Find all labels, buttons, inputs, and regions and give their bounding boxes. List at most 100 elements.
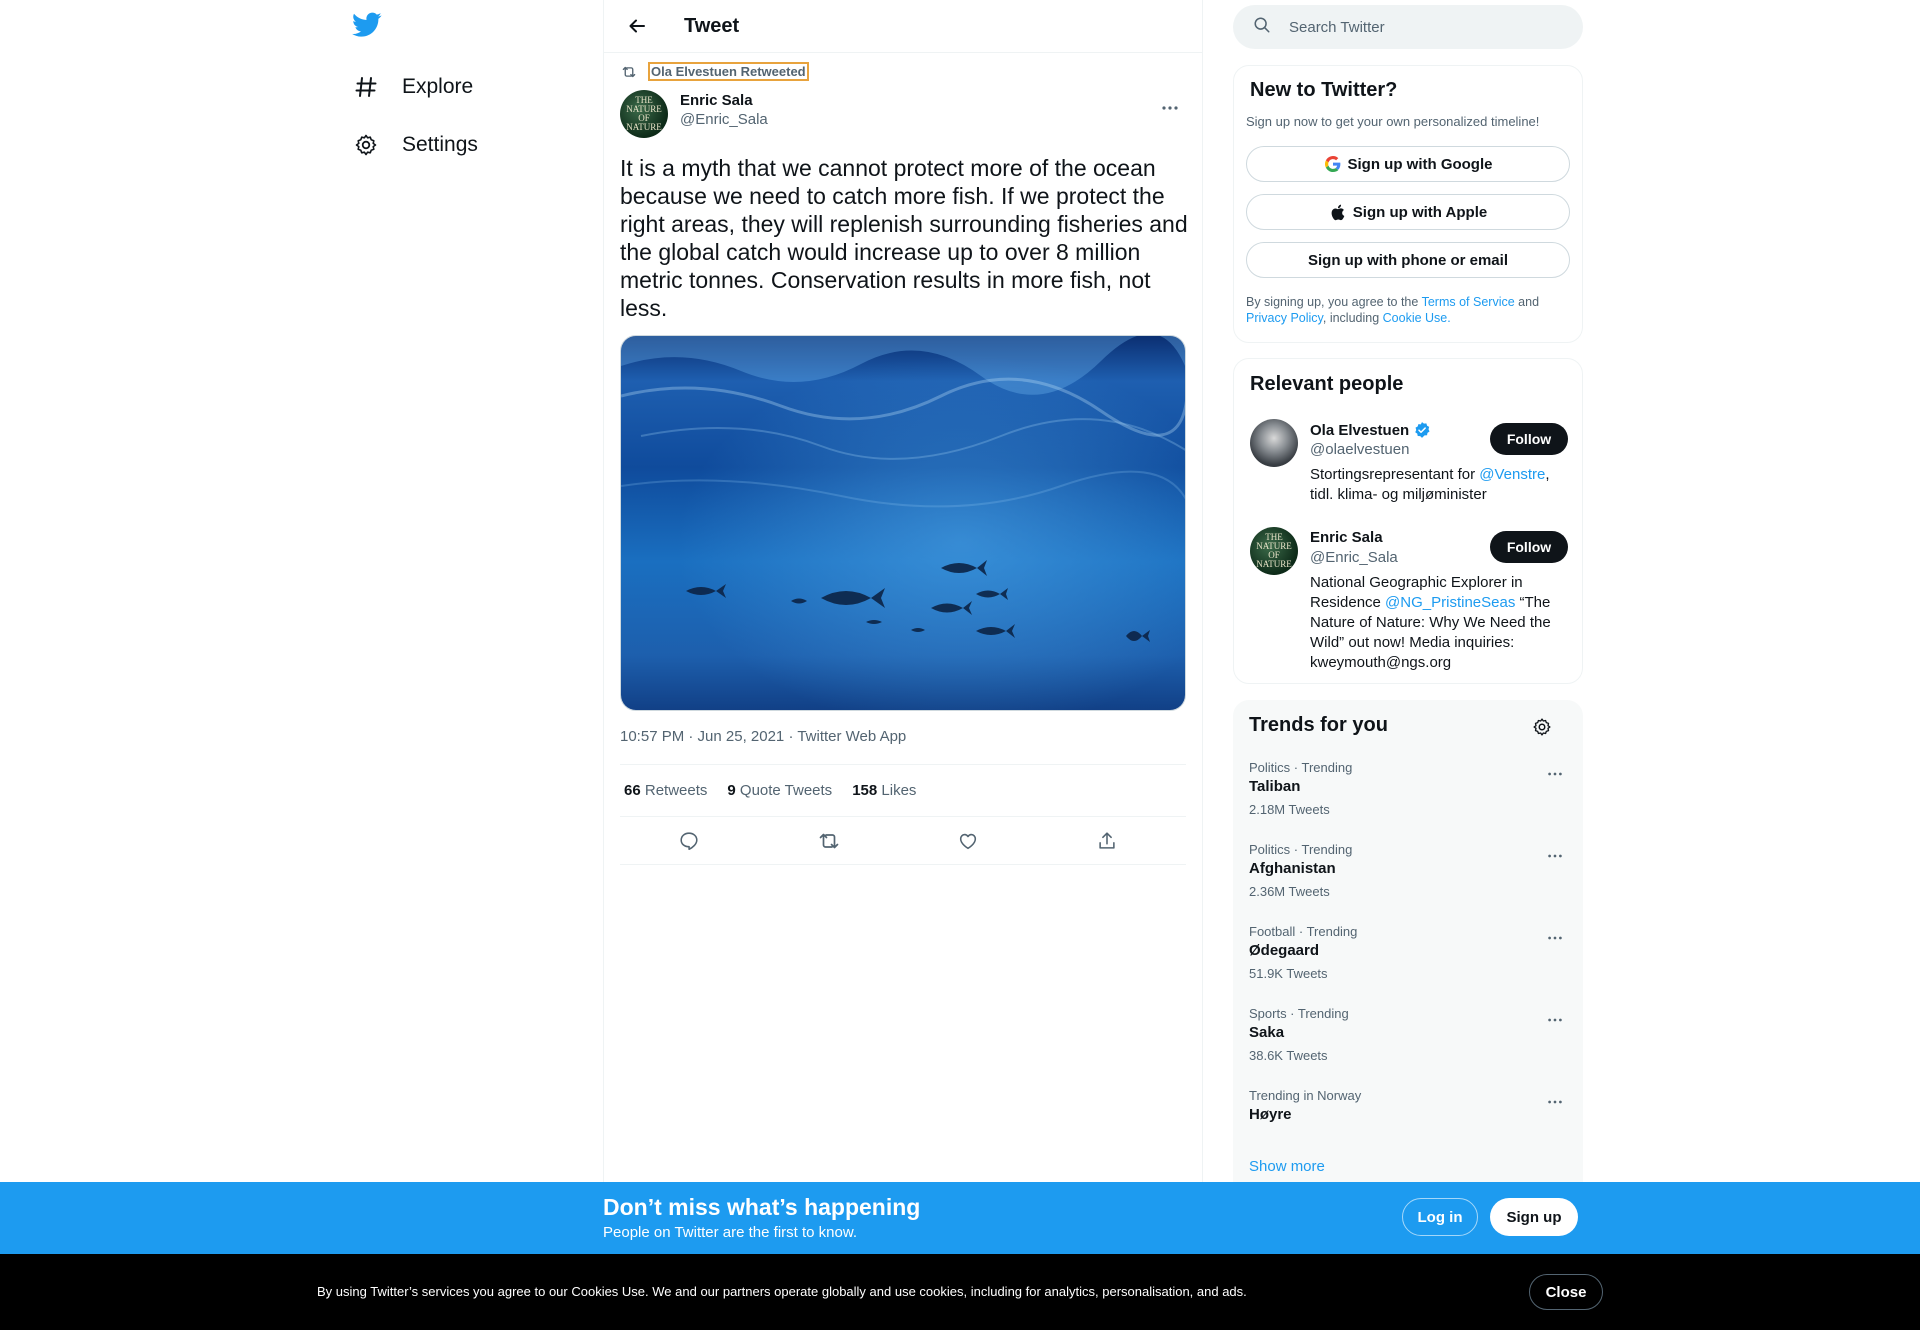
retweets-stat[interactable]: 66 Retweets <box>624 782 707 799</box>
tweet-actions <box>620 817 1186 865</box>
verified-badge-icon <box>1413 421 1431 439</box>
trends-card: Trends for you Politics · Trending Talib… <box>1233 700 1583 1200</box>
close-button[interactable]: Close <box>1529 1274 1603 1310</box>
privacy-link[interactable]: Privacy Policy <box>1246 311 1323 325</box>
twitter-logo-icon[interactable] <box>352 12 384 44</box>
trend-item[interactable]: Football · Trending Ødegaard 51.9K Tweet… <box>1249 924 1567 1004</box>
more-options-icon[interactable] <box>1158 96 1182 120</box>
cookie-bar: By using Twitter’s services you agree to… <box>0 1254 1920 1330</box>
avatar-book-cover-text: THE NATURE OF NATURE <box>626 95 662 132</box>
signup-button[interactable]: Sign up <box>1490 1198 1578 1236</box>
tweet-image-ocean-fish[interactable] <box>620 335 1186 711</box>
nav-explore[interactable]: Explore <box>340 62 485 112</box>
more-options-icon[interactable] <box>1543 762 1567 786</box>
trend-category: Football · Trending <box>1249 924 1358 939</box>
share-icon[interactable] <box>1095 829 1119 853</box>
relevant-people-title: Relevant people <box>1250 373 1404 395</box>
quote-tweets-stat[interactable]: 9 Quote Tweets <box>727 782 832 799</box>
trend-category: Trending in Norway <box>1249 1088 1362 1103</box>
avatar[interactable] <box>1250 419 1298 467</box>
legal-and: and <box>1514 295 1540 309</box>
trend-count: 2.36M Tweets <box>1249 884 1330 899</box>
cookie-text: By using Twitter’s services you agree to… <box>317 1284 1247 1299</box>
trend-name: Afghanistan <box>1249 860 1336 877</box>
banner-title: Don’t miss what’s happening <box>603 1194 921 1220</box>
tweet-text: It is a myth that we cannot protect more… <box>620 155 1188 321</box>
apple-icon <box>1329 203 1347 221</box>
search-bar[interactable] <box>1233 5 1583 49</box>
person-bio: National Geographic Explorer in Residenc… <box>1310 573 1560 673</box>
trend-category: Sports · Trending <box>1249 1006 1349 1021</box>
nav-explore-label: Explore <box>402 75 474 98</box>
person-name: Enric Sala <box>1310 529 1383 546</box>
avatar[interactable]: THE NATURE OF NATURE <box>1250 527 1298 575</box>
more-options-icon[interactable] <box>1543 1008 1567 1032</box>
author-handle[interactable]: @Enric_Sala <box>680 111 768 128</box>
follow-button[interactable]: Follow <box>1490 423 1568 455</box>
back-arrow-icon[interactable] <box>620 9 654 43</box>
trend-name: Taliban <box>1249 778 1301 795</box>
trend-item[interactable]: Trending in Norway Høyre <box>1249 1088 1567 1168</box>
reply-icon[interactable] <box>677 829 701 853</box>
legal-prefix: By signing up, you agree to the <box>1246 295 1422 309</box>
person-name-row[interactable]: Enric Sala <box>1310 529 1383 546</box>
person-name: Ola Elvestuen <box>1310 421 1410 439</box>
retweet-small-icon <box>620 63 638 81</box>
signup-legal-text: By signing up, you agree to the Terms of… <box>1246 294 1576 326</box>
signup-email-label: Sign up with phone or email <box>1307 251 1508 269</box>
like-icon[interactable] <box>956 829 980 853</box>
more-options-icon[interactable] <box>1543 926 1567 950</box>
signup-apple-button[interactable]: Sign up with Apple <box>1246 194 1570 230</box>
likes-stat[interactable]: 158 Likes <box>852 782 916 799</box>
cookie-use-link[interactable]: Cookie Use. <box>1383 311 1451 325</box>
person-name-row[interactable]: Ola Elvestuen <box>1310 421 1431 439</box>
search-input[interactable] <box>1289 18 1549 36</box>
likes-count: 158 <box>852 782 878 799</box>
new-to-twitter-subtitle: Sign up now to get your own personalized… <box>1246 114 1540 129</box>
retweeted-by-link[interactable]: Ola Elvestuen Retweeted <box>648 62 809 81</box>
avatar[interactable]: THE NATURE OF NATURE <box>620 90 668 138</box>
person-handle[interactable]: @Enric_Sala <box>1310 549 1398 566</box>
relevant-people-card: Relevant people Ola Elvestuen @olaelvest… <box>1233 358 1583 684</box>
trend-count: 51.9K Tweets <box>1249 966 1328 981</box>
trends-title: Trends for you <box>1249 714 1388 736</box>
more-options-icon[interactable] <box>1543 844 1567 868</box>
terms-link[interactable]: Terms of Service <box>1422 295 1515 309</box>
tweet-timestamp[interactable]: 10:57 PM · Jun 25, 2021 · Twitter Web Ap… <box>620 728 906 745</box>
follow-button[interactable]: Follow <box>1490 531 1568 563</box>
tweet-author: THE NATURE OF NATURE Enric Sala @Enric_S… <box>620 90 1188 140</box>
page-title: Tweet <box>684 14 740 37</box>
show-more-link[interactable]: Show more <box>1249 1158 1325 1175</box>
tweet-stats: 66 Retweets 9 Quote Tweets 158 Likes <box>620 764 1186 817</box>
trend-item[interactable]: Politics · Trending Afghanistan 2.36M Tw… <box>1249 842 1567 922</box>
bio-mention-link[interactable]: @NG_PristineSeas <box>1385 594 1515 611</box>
trend-count: 38.6K Tweets <box>1249 1048 1328 1063</box>
new-to-twitter-card: New to Twitter? Sign up now to get your … <box>1233 65 1583 343</box>
trend-count: 2.18M Tweets <box>1249 802 1330 817</box>
person-handle[interactable]: @olaelvestuen <box>1310 441 1409 458</box>
more-options-icon[interactable] <box>1543 1090 1567 1114</box>
trend-name: Høyre <box>1249 1106 1292 1123</box>
quotes-count: 9 <box>727 782 736 799</box>
login-button[interactable]: Log in <box>1402 1198 1478 1236</box>
trend-name: Saka <box>1249 1024 1285 1041</box>
trend-category: Politics · Trending <box>1249 842 1353 857</box>
retweets-label: Retweets <box>644 782 708 799</box>
bio-mention-link[interactable]: @Venstre <box>1479 466 1545 483</box>
nav-settings[interactable]: Settings <box>340 120 490 170</box>
retweet-icon[interactable] <box>817 829 841 853</box>
signup-banner: Don’t miss what’s happening People on Tw… <box>0 1182 1920 1254</box>
author-name[interactable]: Enric Sala <box>680 92 768 109</box>
trend-item[interactable]: Sports · Trending Saka 38.6K Tweets <box>1249 1006 1567 1086</box>
gear-icon[interactable] <box>1531 716 1553 738</box>
quotes-label: Quote Tweets <box>739 782 833 799</box>
author-names: Enric Sala @Enric_Sala <box>680 92 768 128</box>
tweet-column: Tweet Ola Elvestuen Retweeted THE NATURE… <box>603 0 1203 1330</box>
tweet-header: Tweet <box>604 0 1202 53</box>
bio-text: Stortingsrepresentant for <box>1310 466 1480 483</box>
signup-phone-email-button[interactable]: Sign up with phone or email <box>1246 242 1570 278</box>
signup-apple-label: Sign up with Apple <box>1352 203 1488 221</box>
signup-google-button[interactable]: Sign up with Google <box>1246 146 1570 182</box>
retweets-count: 66 <box>624 782 641 799</box>
trend-item[interactable]: Politics · Trending Taliban 2.18M Tweets <box>1249 760 1567 840</box>
